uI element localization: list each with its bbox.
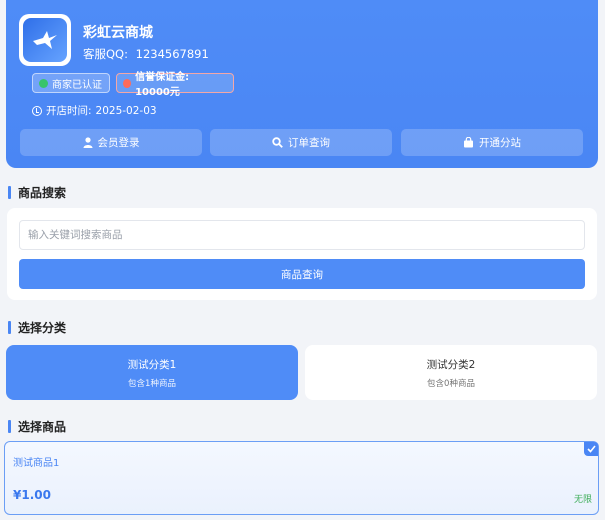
store-name: 彩虹云商城 (83, 25, 153, 41)
search-card: 商品查询 (7, 208, 597, 300)
open-date-label: 开店时间: (46, 105, 92, 117)
category-name: 测试分类1 (127, 358, 177, 371)
selected-check-icon (584, 442, 598, 456)
product-stock: 无限 (573, 495, 592, 505)
search-section-title: 商品搜索 (8, 184, 66, 201)
category-count: 包含0种商品 (427, 378, 475, 389)
qq-value: 1234567891 (135, 47, 209, 61)
store-header-card: 彩虹云商城 客服QQ: 1234567891 商家已认证 信誉保证金: 1000… (6, 0, 598, 168)
category-section-title: 选择分类 (8, 319, 66, 336)
member-login-label: 会员登录 (97, 137, 140, 149)
order-query-button[interactable]: 订单查询 (210, 129, 392, 156)
member-login-button[interactable]: 会员登录 (20, 129, 202, 156)
store-qq: 客服QQ: 1234567891 (83, 46, 209, 62)
certified-badge: 商家已认证 (32, 73, 110, 93)
store-logo (19, 14, 71, 66)
page: 彩虹云商城 客服QQ: 1234567891 商家已认证 信誉保证金: 1000… (0, 0, 605, 520)
category-card-2[interactable]: 测试分类2 包含0种商品 (305, 345, 597, 400)
open-substation-button[interactable]: 开通分站 (401, 129, 583, 156)
product-price: ¥1.00 (13, 488, 51, 502)
deposit-badge: 信誉保证金: 10000元 (116, 72, 234, 98)
bird-icon (33, 31, 57, 49)
clock-icon (32, 105, 42, 116)
user-icon (83, 137, 92, 148)
search-icon (272, 137, 283, 148)
check-icon (39, 78, 48, 88)
shield-icon (123, 78, 132, 88)
category-name: 测试分类2 (426, 358, 476, 371)
category-count: 包含1种商品 (128, 378, 176, 389)
certified-label: 商家已认证 (52, 79, 102, 91)
shopping-bag-icon (464, 137, 473, 148)
deposit-label: 信誉保证金: 10000元 (135, 72, 190, 98)
product-name: 测试商品1 (13, 458, 60, 469)
product-card[interactable]: 测试商品1 ¥1.00 无限 (4, 441, 599, 515)
search-button[interactable]: 商品查询 (19, 259, 585, 289)
open-date-value: 2025-02-03 (95, 104, 157, 117)
open-substation-label: 开通分站 (479, 137, 521, 149)
qq-label: 客服QQ: (83, 47, 128, 61)
search-input[interactable] (19, 220, 585, 250)
order-query-label: 订单查询 (288, 137, 330, 149)
open-date: 开店时间: 2025-02-03 (32, 103, 157, 118)
category-card-1[interactable]: 测试分类1 包含1种商品 (6, 345, 298, 400)
product-section-title: 选择商品 (8, 418, 66, 435)
